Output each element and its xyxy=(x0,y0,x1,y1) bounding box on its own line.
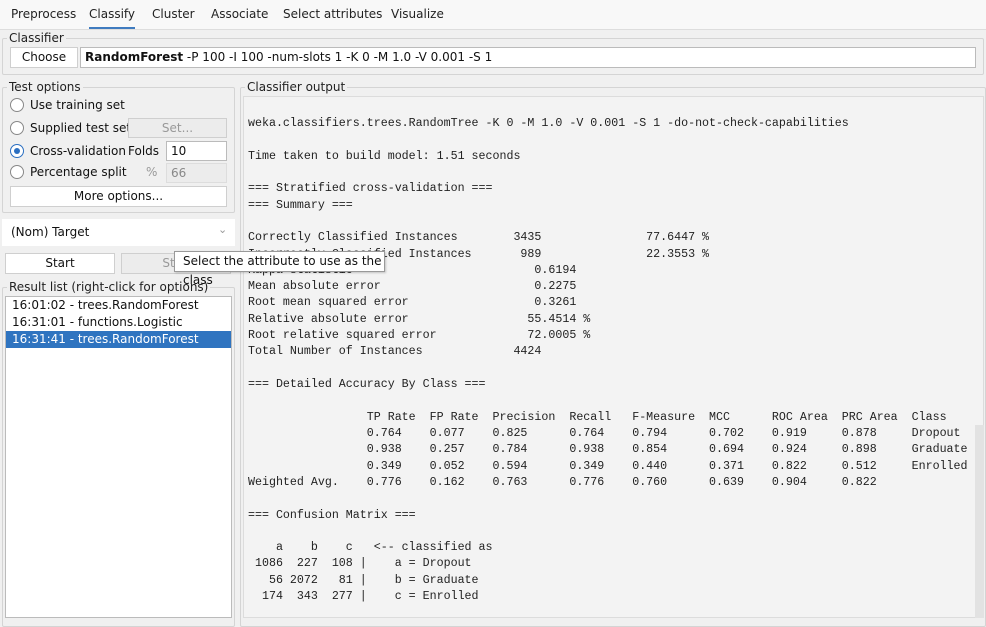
output-line: Time taken to build model: 1.51 seconds xyxy=(248,149,521,163)
set-button[interactable]: Set... xyxy=(128,118,227,138)
more-options-button[interactable]: More options... xyxy=(10,186,227,207)
tooltip: Select the attribute to use as the class xyxy=(174,251,385,287)
tab-classify[interactable]: Classify xyxy=(89,7,136,29)
tab-associate[interactable]: Associate xyxy=(211,7,268,27)
classifier-options: -P 100 -I 100 -num-slots 1 -K 0 -M 1.0 -… xyxy=(183,50,493,64)
classifier-output-label: Classifier output xyxy=(245,80,348,94)
output-line: TP Rate FP Rate Precision Recall F-Measu… xyxy=(248,410,947,424)
tab-select-attributes[interactable]: Select attributes xyxy=(283,7,382,27)
tab-bar: Preprocess Classify Cluster Associate Se… xyxy=(0,0,986,30)
radio-selected-icon xyxy=(10,144,24,158)
radio-use-training-set[interactable]: Use training set xyxy=(10,98,125,112)
output-line: 0.349 0.052 0.594 0.349 0.440 0.371 0.82… xyxy=(248,459,968,473)
choose-button[interactable]: Choose xyxy=(10,47,78,68)
radio-supplied-test-set[interactable]: Supplied test set xyxy=(10,121,131,135)
dropdown-value: (Nom) Target xyxy=(11,225,90,239)
tab-preprocess[interactable]: Preprocess xyxy=(11,7,76,27)
output-line: 1086 227 108 | a = Dropout xyxy=(248,557,472,571)
radio-label: Cross-validation xyxy=(30,144,126,158)
chevron-down-icon: ⌄ xyxy=(218,223,228,236)
start-button[interactable]: Start xyxy=(5,253,115,274)
output-line: Root mean squared error 0.3261 xyxy=(248,296,577,310)
classifier-config-field[interactable]: RandomForest -P 100 -I 100 -num-slots 1 … xyxy=(80,47,976,68)
result-item[interactable]: 16:01:02 - trees.RandomForest xyxy=(6,297,231,314)
result-item-selected[interactable]: 16:31:41 - trees.RandomForest xyxy=(6,331,231,348)
radio-label: Supplied test set xyxy=(30,121,132,135)
radio-icon xyxy=(10,121,24,135)
output-line: weka.classifiers.trees.RandomTree -K 0 -… xyxy=(248,117,849,130)
result-item[interactable]: 16:31:01 - functions.Logistic xyxy=(6,314,231,331)
output-line: Root relative squared error 72.0005 % xyxy=(248,329,591,343)
radio-percentage-split[interactable]: Percentage split xyxy=(10,165,127,179)
output-line: === Summary === xyxy=(248,198,353,212)
output-scrollbar[interactable] xyxy=(975,425,984,618)
output-line: Correctly Classified Instances 3435 77.6… xyxy=(248,231,710,245)
result-list-label: Result list (right-click for options) xyxy=(7,280,211,294)
output-line: === Detailed Accuracy By Class === xyxy=(248,378,486,391)
percent-label: % xyxy=(146,165,158,179)
radio-label: Percentage split xyxy=(30,165,127,179)
classifier-name: RandomForest xyxy=(85,50,184,64)
output-line: Relative absolute error 55.4514 % xyxy=(248,312,591,326)
class-attribute-dropdown[interactable]: (Nom) Target ⌄ xyxy=(2,219,235,246)
output-line: a b c <-- classified as xyxy=(248,541,493,555)
output-line: Weighted Avg. 0.776 0.162 0.763 0.776 0.… xyxy=(248,475,877,489)
classifier-output-text[interactable]: weka.classifiers.trees.RandomTree -K 0 -… xyxy=(243,96,984,618)
folds-label: Folds xyxy=(128,144,160,158)
output-line: 0.938 0.257 0.784 0.938 0.854 0.694 0.92… xyxy=(248,443,968,457)
radio-cross-validation[interactable]: Cross-validation xyxy=(10,144,126,158)
output-line: 174 343 277 | c = Enrolled xyxy=(248,590,479,604)
radio-label: Use training set xyxy=(30,98,125,112)
output-pre: weka.classifiers.trees.RandomTree -K 0 -… xyxy=(248,116,968,605)
output-line: === Stratified cross-validation === xyxy=(248,182,493,196)
folds-input[interactable]: 10 xyxy=(166,141,227,161)
percent-input[interactable]: 66 xyxy=(166,163,227,183)
output-line: 0.764 0.077 0.825 0.764 0.794 0.702 0.91… xyxy=(248,426,961,440)
result-list: 16:01:02 - trees.RandomForest 16:31:01 -… xyxy=(5,296,232,618)
tab-visualize[interactable]: Visualize xyxy=(391,7,444,27)
test-options-label: Test options xyxy=(7,80,83,94)
output-line: Mean absolute error 0.2275 xyxy=(248,280,577,294)
radio-icon xyxy=(10,165,24,179)
tab-cluster[interactable]: Cluster xyxy=(152,7,195,27)
output-line: 56 2072 81 | b = Graduate xyxy=(248,573,479,587)
classifier-label: Classifier xyxy=(7,31,66,45)
radio-icon xyxy=(10,98,24,112)
output-line: Total Number of Instances 4424 xyxy=(248,345,542,359)
output-line: === Confusion Matrix === xyxy=(248,508,416,522)
